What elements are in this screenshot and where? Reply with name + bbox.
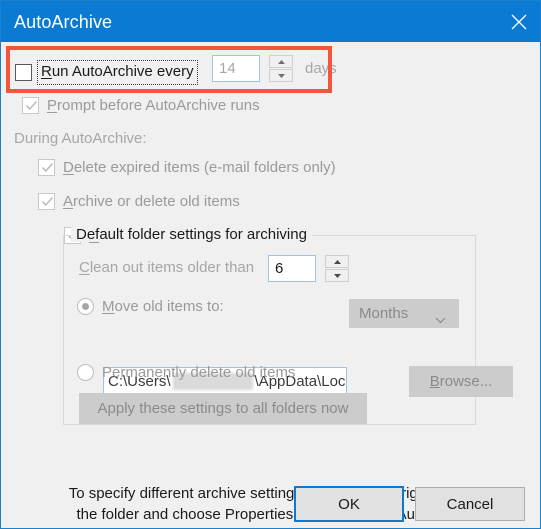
interval-spin-up-button[interactable] bbox=[269, 55, 293, 68]
checkmark-icon bbox=[25, 99, 38, 112]
move-old-items-label: Move old items to: bbox=[102, 298, 224, 315]
cancel-button[interactable]: Cancel bbox=[415, 487, 525, 521]
archive-or-delete-old-items-checkbox[interactable] bbox=[38, 193, 55, 210]
run-autoarchive-label-focus: Run AutoArchive every bbox=[37, 60, 198, 85]
window-title: AutoArchive bbox=[14, 11, 113, 32]
permanently-delete-row: Permanently delete old items bbox=[77, 364, 295, 381]
interval-spin-down-button[interactable] bbox=[269, 69, 293, 82]
delete-expired-items-checkbox[interactable] bbox=[38, 159, 55, 176]
prompt-before-row: Prompt before AutoArchive runs bbox=[22, 97, 260, 114]
clean-out-items-label-row: Clean out items older than bbox=[79, 260, 254, 275]
run-autoarchive-checkbox[interactable] bbox=[15, 64, 32, 81]
cancel-button-label: Cancel bbox=[446, 495, 494, 513]
dialog-body: Run AutoArchive every 14 days Prompt bef… bbox=[1, 42, 540, 528]
checkmark-icon bbox=[41, 161, 54, 174]
spinner-down-icon bbox=[277, 73, 286, 79]
clean-out-spin-group[interactable]: 6 bbox=[268, 255, 349, 282]
default-folder-settings-legend: Default folder settings for archiving bbox=[71, 227, 312, 242]
days-unit-label: days bbox=[305, 60, 337, 77]
run-autoarchive-label: Run AutoArchive every bbox=[41, 63, 194, 80]
clean-out-spinner[interactable]: 6 bbox=[268, 255, 349, 282]
clean-out-unit-value: Months bbox=[359, 305, 409, 322]
clean-out-items-label: Clean out items older than bbox=[79, 259, 255, 276]
apply-settings-all-folders-label: Apply these settings to all folders now bbox=[97, 400, 349, 417]
spinner-down-icon bbox=[333, 273, 342, 279]
autoarchive-dialog: AutoArchive Run AutoArchive every 14 day… bbox=[0, 0, 541, 529]
clean-out-input[interactable]: 6 bbox=[268, 255, 316, 282]
clean-out-spin-up-button[interactable] bbox=[325, 255, 349, 268]
clean-out-spin-down-button[interactable] bbox=[325, 269, 349, 282]
chevron-down-icon bbox=[435, 311, 446, 328]
close-icon bbox=[510, 13, 528, 31]
ok-button-label: OK bbox=[338, 495, 360, 513]
browse-button-label: Browse... bbox=[429, 373, 493, 390]
permanently-delete-label: Permanently delete old items bbox=[102, 364, 296, 381]
move-old-items-radio[interactable] bbox=[77, 298, 94, 315]
title-bar[interactable]: AutoArchive bbox=[1, 1, 540, 42]
prompt-before-checkbox[interactable] bbox=[22, 97, 39, 114]
clean-out-unit-dropdown[interactable]: Months bbox=[349, 299, 459, 328]
spinner-up-icon bbox=[333, 259, 342, 265]
delete-expired-items-row: Delete expired items (e-mail folders onl… bbox=[38, 159, 336, 176]
close-button[interactable] bbox=[495, 1, 540, 42]
interval-spin-buttons[interactable] bbox=[269, 55, 293, 82]
prompt-before-label: Prompt before AutoArchive runs bbox=[47, 97, 260, 114]
clean-out-spin-buttons[interactable] bbox=[325, 255, 349, 282]
interval-spinner[interactable]: 14 days bbox=[212, 55, 337, 82]
during-autoarchive-heading: During AutoArchive: bbox=[14, 130, 147, 147]
archive-or-delete-old-items-label: Archive or delete old items bbox=[63, 193, 240, 210]
archive-or-delete-old-items-row: Archive or delete old items bbox=[38, 193, 240, 210]
move-old-items-row: Move old items to: bbox=[77, 298, 224, 315]
checkmark-icon bbox=[41, 195, 54, 208]
interval-spin-group[interactable]: 14 bbox=[212, 55, 293, 82]
apply-settings-all-folders-button[interactable]: Apply these settings to all folders now bbox=[79, 393, 367, 424]
run-autoarchive-every-row: Run AutoArchive every bbox=[15, 60, 198, 85]
interval-input[interactable]: 14 bbox=[212, 55, 260, 82]
spinner-up-icon bbox=[277, 59, 286, 65]
ok-button[interactable]: OK bbox=[294, 486, 404, 522]
delete-expired-items-label: Delete expired items (e-mail folders onl… bbox=[63, 159, 336, 176]
permanently-delete-radio[interactable] bbox=[77, 364, 94, 381]
browse-button[interactable]: Browse... bbox=[409, 366, 513, 397]
